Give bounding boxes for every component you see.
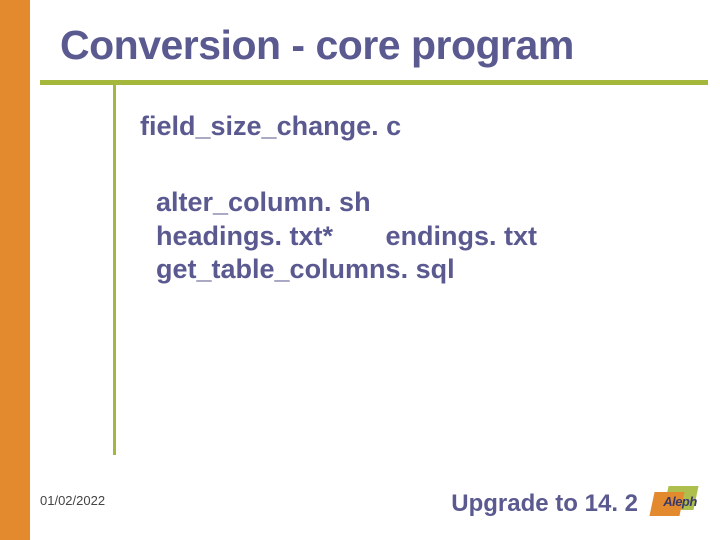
footer-date: 01/02/2022 [40, 493, 105, 508]
sub-file-line2-left: headings. txt* [156, 221, 333, 251]
slide: Conversion - core program field_size_cha… [0, 0, 720, 540]
sub-file-line2: headings. txt* endings. txt [156, 220, 537, 254]
aleph-logo: Aleph [652, 486, 708, 522]
slide-title: Conversion - core program [60, 22, 574, 69]
content-block: field_size_change. c alter_column. sh he… [140, 110, 537, 287]
content-vertical-rule [113, 85, 116, 455]
sub-file-list: alter_column. sh headings. txt* endings.… [156, 186, 537, 287]
left-accent-bar [0, 0, 30, 540]
logo-text: Aleph [652, 494, 708, 509]
sub-file-line3: get_table_columns. sql [156, 253, 537, 287]
footer-label: Upgrade to 14. 2 [451, 490, 638, 518]
sub-file-line2-right: endings. txt [386, 221, 538, 251]
main-file: field_size_change. c [140, 110, 537, 144]
title-underline [40, 80, 708, 85]
sub-file-line1: alter_column. sh [156, 186, 537, 220]
